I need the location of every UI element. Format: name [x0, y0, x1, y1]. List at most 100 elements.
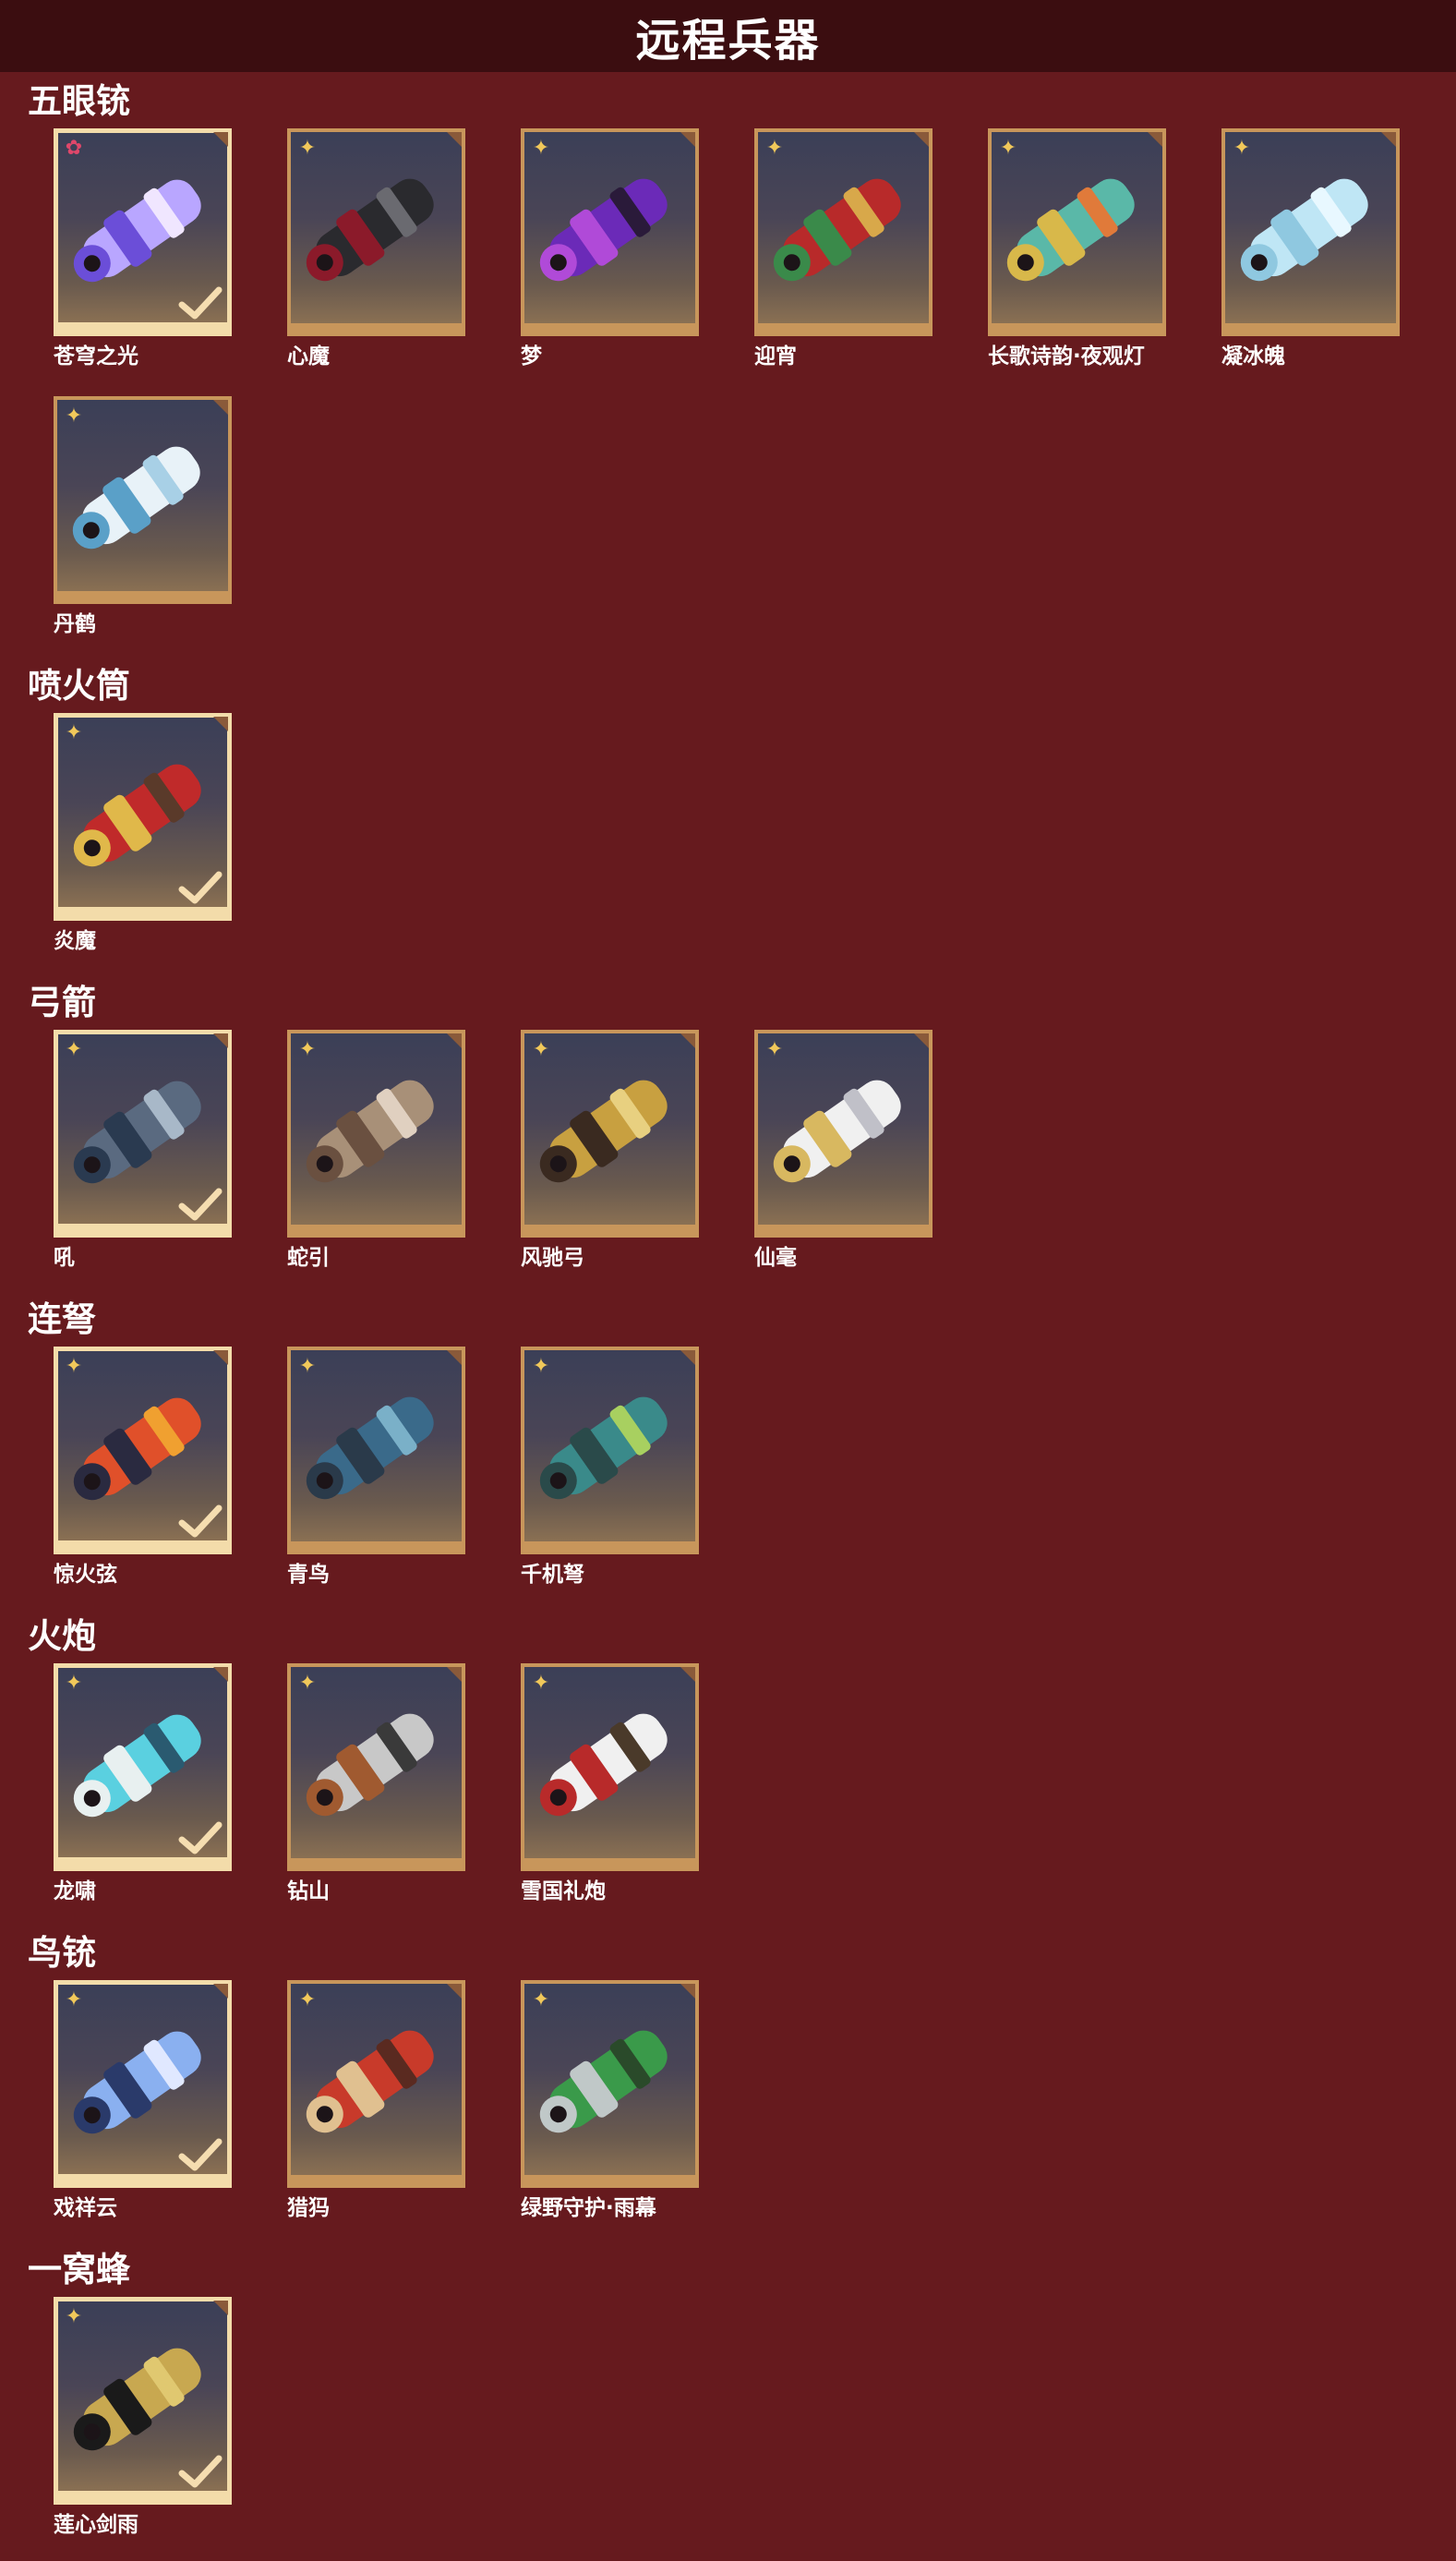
weapon-card[interactable]: ✦ 仙毫 — [754, 1030, 933, 1270]
weapon-name: 青鸟 — [287, 1563, 330, 1587]
weapon-image — [291, 1984, 462, 2175]
gold-star-rarity-icon: ✦ — [65, 405, 83, 428]
weapon-card[interactable]: ✦ 凝冰魄 — [1221, 128, 1400, 368]
selected-check-icon — [178, 286, 223, 320]
gold-star-rarity-icon: ✦ — [298, 1038, 317, 1061]
weapon-name: 风驰弓 — [521, 1246, 584, 1270]
selected-check-icon — [178, 2455, 223, 2488]
weapon-image-icon — [306, 1713, 434, 1817]
weapon-image — [992, 132, 1162, 323]
weapon-card[interactable]: ✦ 炎魔 — [54, 713, 232, 953]
weapon-name: 迎宵 — [754, 344, 797, 368]
weapon-card[interactable]: ✦ 雪国礼炮 — [521, 1663, 699, 1903]
weapon-name: 长歌诗韵·夜观灯 — [988, 344, 1145, 368]
category-title: 一窝蜂 — [28, 2250, 130, 2289]
weapon-image — [758, 132, 929, 323]
weapon-card[interactable]: ✦ 长歌诗韵·夜观灯 — [988, 128, 1166, 368]
weapon-card[interactable]: ✦ 风驰弓 — [521, 1030, 699, 1270]
weapon-name: 丹鹤 — [54, 612, 96, 636]
gold-star-rarity-icon: ✦ — [65, 1038, 83, 1061]
weapon-image — [291, 1350, 462, 1541]
weapon-image-icon — [306, 178, 434, 282]
gold-star-rarity-icon: ✦ — [65, 721, 83, 744]
weapon-name: 凝冰魄 — [1221, 344, 1285, 368]
gold-star-rarity-icon: ✦ — [532, 1355, 550, 1378]
weapon-name: 炎魔 — [54, 929, 96, 953]
weapon-image-icon — [306, 2030, 434, 2133]
gold-star-rarity-icon: ✦ — [765, 1038, 784, 1061]
weapon-card[interactable]: ✦ 迎宵 — [754, 128, 933, 368]
weapon-image-icon — [1240, 178, 1368, 282]
weapon-card[interactable]: ✦ 龙啸 — [54, 1663, 232, 1903]
weapon-image — [524, 1667, 695, 1858]
gold-star-rarity-icon: ✦ — [532, 1672, 550, 1695]
weapon-card[interactable]: ✦ 梦 — [521, 128, 699, 368]
weapon-name: 雪国礼炮 — [521, 1879, 606, 1903]
weapon-card[interactable]: ✦ 丹鹤 — [54, 396, 232, 636]
gold-star-rarity-icon: ✦ — [298, 1672, 317, 1695]
weapon-image-icon — [1006, 178, 1135, 282]
weapon-card[interactable]: ✦ 心魔 — [287, 128, 465, 368]
category-title: 火炮 — [28, 1616, 96, 1656]
weapon-card[interactable]: ✿ 苍穹之光 — [54, 128, 232, 368]
weapon-image-icon — [539, 178, 668, 282]
selected-check-icon — [178, 1188, 223, 1221]
gold-star-rarity-icon: ✦ — [532, 1988, 550, 2011]
weapon-name: 心魔 — [287, 344, 330, 368]
gold-star-rarity-icon: ✦ — [1233, 137, 1251, 160]
gold-star-rarity-icon: ✦ — [765, 137, 784, 160]
weapon-image — [291, 1667, 462, 1858]
weapon-image — [524, 1350, 695, 1541]
weapon-name: 吼 — [54, 1246, 75, 1270]
weapon-image-icon — [539, 1713, 668, 1817]
weapon-name: 惊火弦 — [54, 1563, 117, 1587]
gold-star-rarity-icon: ✦ — [65, 1988, 83, 2011]
weapon-card[interactable]: ✦ 吼 — [54, 1030, 232, 1270]
gold-star-rarity-icon: ✦ — [999, 137, 1017, 160]
weapon-image — [291, 1033, 462, 1225]
weapon-name: 绿野守护·雨幕 — [521, 2196, 656, 2220]
weapon-image — [1225, 132, 1396, 323]
weapon-card[interactable]: ✦ 青鸟 — [287, 1347, 465, 1587]
category-title: 五眼铳 — [28, 81, 130, 121]
weapon-image — [758, 1033, 929, 1225]
weapon-image — [524, 132, 695, 323]
category-title: 喷火筒 — [28, 666, 130, 706]
weapon-image — [524, 1033, 695, 1225]
weapon-image-icon — [539, 2030, 668, 2133]
weapon-image-icon — [306, 1396, 434, 1500]
weapon-image-icon — [539, 1396, 668, 1500]
gold-star-rarity-icon: ✦ — [65, 1672, 83, 1695]
gold-star-rarity-icon: ✦ — [532, 1038, 550, 1061]
weapon-card[interactable]: ✦ 千机弩 — [521, 1347, 699, 1587]
weapon-image-icon — [773, 1080, 901, 1183]
selected-check-icon — [178, 1821, 223, 1854]
weapon-card[interactable]: ✦ 绿野守护·雨幕 — [521, 1980, 699, 2220]
selected-check-icon — [178, 1504, 223, 1538]
weapon-name: 苍穹之光 — [54, 344, 138, 368]
weapon-image — [57, 400, 228, 591]
red-star-rarity-icon: ✿ — [65, 137, 83, 160]
weapon-name: 戏祥云 — [54, 2196, 117, 2220]
weapon-image — [291, 132, 462, 323]
selected-check-icon — [178, 871, 223, 904]
weapon-image-icon — [306, 1080, 434, 1183]
weapon-card[interactable]: ✦ 莲心剑雨 — [54, 2297, 232, 2537]
weapon-image-icon — [539, 1080, 668, 1183]
weapon-card[interactable]: ✦ 戏祥云 — [54, 1980, 232, 2220]
weapon-image — [524, 1984, 695, 2175]
weapon-name: 钻山 — [287, 1879, 330, 1903]
weapon-name: 千机弩 — [521, 1563, 584, 1587]
weapon-name: 莲心剑雨 — [54, 2513, 138, 2537]
weapon-card[interactable]: ✦ 惊火弦 — [54, 1347, 232, 1587]
gold-star-rarity-icon: ✦ — [298, 1355, 317, 1378]
category-title: 弓箭 — [28, 983, 96, 1022]
weapon-name: 猎犸 — [287, 2196, 330, 2220]
weapon-image-icon — [72, 446, 200, 550]
weapon-card[interactable]: ✦ 猎犸 — [287, 1980, 465, 2220]
weapon-name: 仙毫 — [754, 1246, 797, 1270]
gold-star-rarity-icon: ✦ — [65, 1355, 83, 1378]
weapon-card[interactable]: ✦ 钻山 — [287, 1663, 465, 1903]
weapon-card[interactable]: ✦ 蛇引 — [287, 1030, 465, 1270]
weapon-image-icon — [773, 178, 901, 282]
